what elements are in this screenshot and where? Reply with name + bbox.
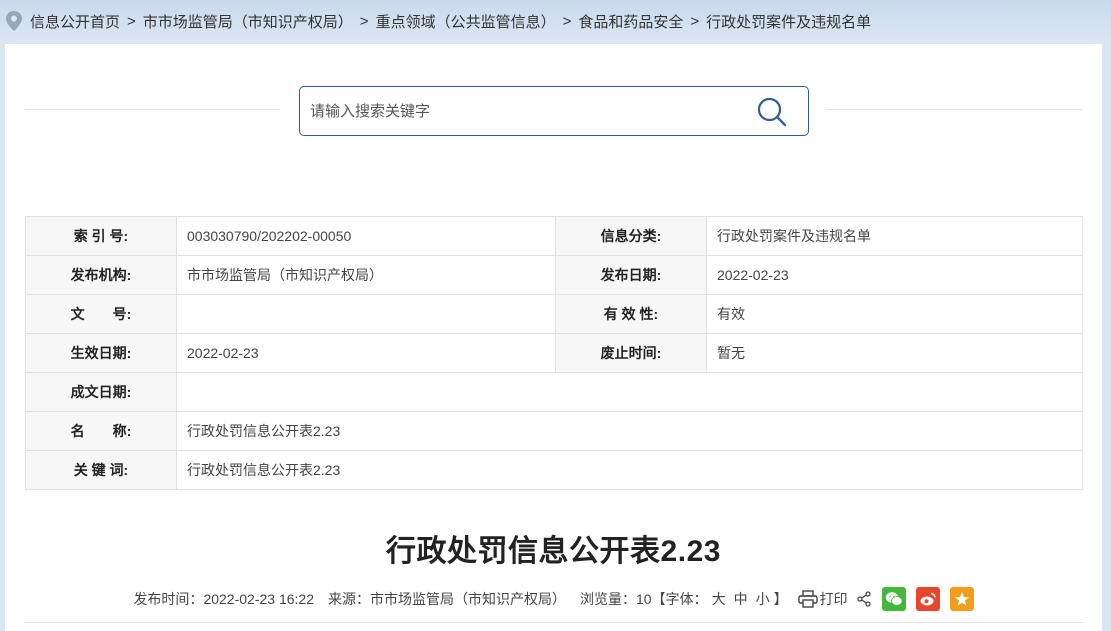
table-row: 发布机构: 市市场监管局（市知识产权局） 发布日期: 2022-02-23 xyxy=(25,255,1083,295)
font-size-medium[interactable]: 中 xyxy=(734,589,748,609)
font-size-small[interactable]: 小 xyxy=(756,589,770,609)
search-divider-left xyxy=(25,109,280,110)
search-divider-right xyxy=(827,109,1083,110)
document-name-label: 名 称: xyxy=(25,411,177,451)
article-title: 行政处罚信息公开表2.23 xyxy=(386,535,721,568)
article-info-bar: 发布时间： 2022-02-23 16:22 来源： 市市场监管局（市知识产权局… xyxy=(5,586,1102,612)
breadcrumb-home[interactable]: 信息公开首页 xyxy=(30,11,120,32)
search-box xyxy=(299,86,809,136)
breadcrumb-separator: > xyxy=(359,12,369,30)
expire-time-value: 暂无 xyxy=(706,333,1083,373)
document-number-value xyxy=(176,294,556,334)
source-label: 来源： xyxy=(327,591,370,607)
content-card: 索 引 号: 003030790/202202-00050 信息分类: 行政处罚… xyxy=(5,44,1102,631)
star-icon xyxy=(954,592,969,606)
keywords-value: 行政处罚信息公开表2.23 xyxy=(176,450,1083,490)
table-row: 索 引 号: 003030790/202202-00050 信息分类: 行政处罚… xyxy=(25,216,1083,256)
favorite-button[interactable] xyxy=(949,587,974,611)
expire-time-label: 废止时间: xyxy=(555,333,707,373)
font-size-open: 【字体： xyxy=(651,591,708,607)
publisher-label: 发布机构: xyxy=(25,255,177,295)
location-pin-icon xyxy=(6,11,22,31)
effective-date-value: 2022-02-23 xyxy=(176,333,556,373)
category-value: 行政处罚案件及违规名单 xyxy=(706,216,1083,256)
publish-date-value: 2022-02-23 xyxy=(706,255,1083,295)
breadcrumb-current[interactable]: 行政处罚案件及违规名单 xyxy=(706,11,871,32)
publisher-value: 市市场监管局（市知识产权局） xyxy=(176,255,556,295)
weibo-share-button[interactable] xyxy=(915,587,940,611)
wechat-share-button[interactable] xyxy=(881,587,906,611)
weibo-icon xyxy=(920,592,936,606)
breadcrumb-separator: > xyxy=(562,12,572,30)
share-icon[interactable] xyxy=(856,591,872,607)
breadcrumb-bureau[interactable]: 市市场监管局（市知识产权局） xyxy=(143,11,353,32)
search-input[interactable] xyxy=(310,95,740,127)
font-size-close: 】 xyxy=(773,591,788,607)
views-label: 浏览量： xyxy=(579,591,636,607)
publish-time-label: 发布时间： xyxy=(133,591,204,607)
font-size-large[interactable]: 大 xyxy=(712,589,726,609)
breadcrumb-food-drug[interactable]: 食品和药品安全 xyxy=(578,11,683,32)
keywords-label: 关 键 词: xyxy=(25,450,177,490)
document-name-value: 行政处罚信息公开表2.23 xyxy=(176,411,1083,451)
bottom-divider xyxy=(25,622,1083,623)
table-row: 名 称: 行政处罚信息公开表2.23 xyxy=(25,411,1083,451)
publish-date-label: 发布日期: xyxy=(555,255,707,295)
breadcrumb-key-area[interactable]: 重点领域（公共监管信息） xyxy=(376,11,556,32)
validity-label: 有 效 性: xyxy=(555,294,707,334)
breadcrumb-separator: > xyxy=(690,12,700,30)
breadcrumb: 信息公开首页 > 市市场监管局（市知识产权局） > 重点领域（公共监管信息） >… xyxy=(6,9,871,33)
metadata-table: 索 引 号: 003030790/202202-00050 信息分类: 行政处罚… xyxy=(25,216,1083,490)
print-label: 打印 xyxy=(819,591,848,607)
source-value: 市市场监管局（市知识产权局） xyxy=(369,591,566,607)
print-button[interactable]: 打印 xyxy=(797,589,848,609)
document-number-label: 文 号: xyxy=(25,294,177,334)
effective-date-label: 生效日期: xyxy=(25,333,177,373)
index-number-label: 索 引 号: xyxy=(25,216,177,256)
table-row: 文 号: 有 效 性: 有效 xyxy=(25,294,1083,334)
table-row: 关 键 词: 行政处罚信息公开表2.23 xyxy=(25,450,1083,490)
views-value: 10 xyxy=(635,591,652,607)
table-row: 成文日期: xyxy=(25,372,1083,412)
written-date-value xyxy=(176,372,1083,412)
written-date-label: 成文日期: xyxy=(25,372,177,412)
table-row: 生效日期: 2022-02-23 废止时间: 暂无 xyxy=(25,333,1083,373)
wechat-icon xyxy=(885,592,903,606)
index-number-value: 003030790/202202-00050 xyxy=(176,216,556,256)
printer-icon xyxy=(797,590,818,608)
category-label: 信息分类: xyxy=(555,216,707,256)
search-icon[interactable] xyxy=(756,96,788,128)
publish-time-value: 2022-02-23 16:22 xyxy=(203,591,314,607)
validity-value: 有效 xyxy=(706,294,1083,334)
breadcrumb-separator: > xyxy=(127,12,136,30)
